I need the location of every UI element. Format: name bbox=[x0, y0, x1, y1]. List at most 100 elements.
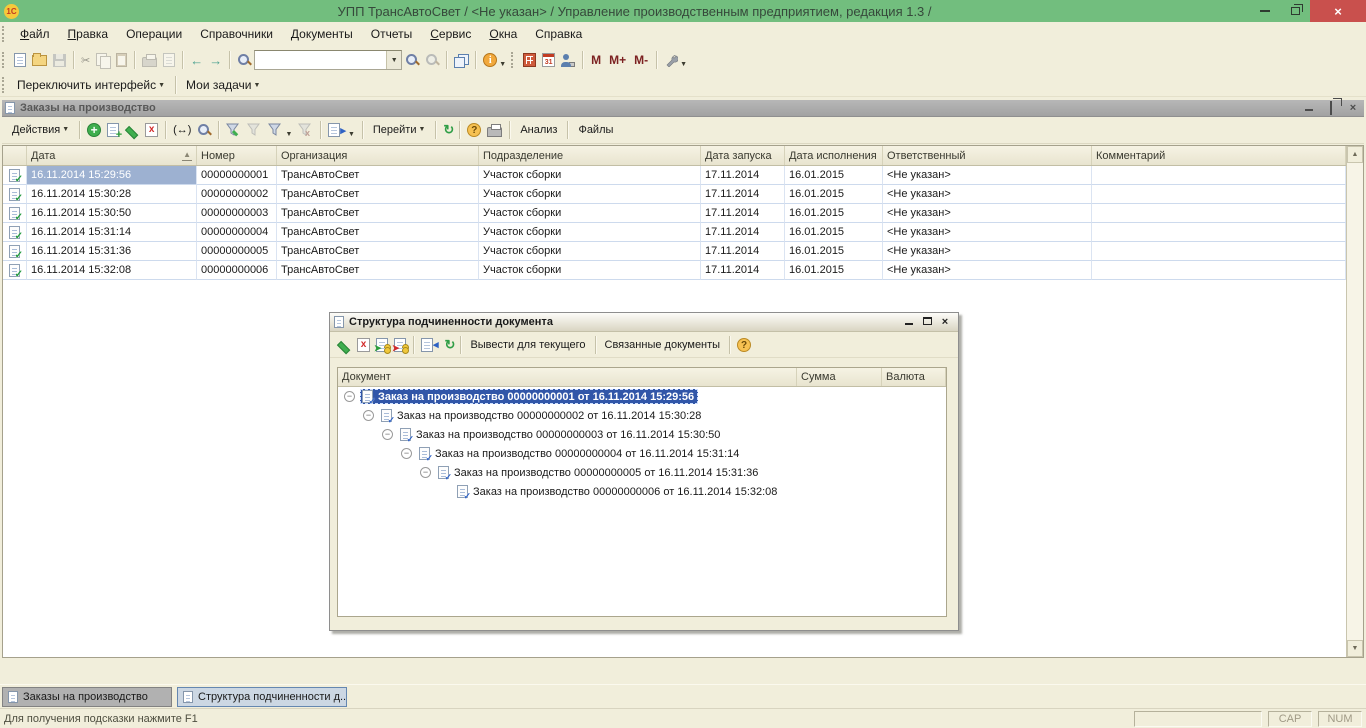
search-input[interactable] bbox=[255, 52, 386, 68]
menu-item-5[interactable]: Документы bbox=[282, 24, 362, 44]
cell-resp[interactable]: <Не указан> bbox=[883, 223, 1092, 242]
cell-launch[interactable]: 17.11.2014 bbox=[701, 204, 785, 223]
paste-button[interactable] bbox=[113, 49, 130, 71]
menu-item-7[interactable]: Сервис bbox=[421, 24, 480, 44]
cell-launch[interactable]: 17.11.2014 bbox=[701, 185, 785, 204]
tree-node-body[interactable]: ✓Заказ на производство 00000000001 от 16… bbox=[360, 389, 698, 404]
switch-interface-button[interactable]: Переключить интерфейс▼ bbox=[11, 76, 171, 94]
cell-org[interactable]: ТрансАвтоСвет bbox=[277, 242, 479, 261]
header-cell-date[interactable]: Дата▲ bbox=[27, 146, 197, 165]
actions-button[interactable]: Действия▼ bbox=[6, 122, 75, 138]
dialog-header-cell-2[interactable]: Сумма bbox=[797, 368, 882, 386]
add-copy-button[interactable] bbox=[104, 119, 122, 141]
table-row[interactable]: ✓16.11.2014 15:32:0800000000006ТрансАвто… bbox=[3, 261, 1346, 280]
search-dropdown-button[interactable]: ▼ bbox=[386, 51, 401, 69]
cell-resp[interactable]: <Не указан> bbox=[883, 204, 1092, 223]
tree-node-body[interactable]: ✓Заказ на производство 00000000006 от 16… bbox=[455, 484, 781, 499]
dialog-help-button[interactable]: ? bbox=[734, 334, 754, 356]
files-button[interactable]: Файлы bbox=[572, 122, 619, 138]
new-document-button[interactable] bbox=[11, 49, 29, 71]
dialog-header-cell-3[interactable]: Валюта bbox=[882, 368, 946, 386]
collapse-icon[interactable]: − bbox=[420, 467, 431, 478]
dialog-delete-button[interactable]: x bbox=[354, 334, 373, 356]
cell-due[interactable]: 16.01.2015 bbox=[785, 223, 883, 242]
cell-due[interactable]: 16.01.2015 bbox=[785, 242, 883, 261]
cell-comment[interactable] bbox=[1092, 261, 1346, 280]
cell-launch[interactable]: 17.11.2014 bbox=[701, 261, 785, 280]
memory-m-plus-button[interactable]: M+ bbox=[605, 49, 630, 71]
list-restore-button[interactable] bbox=[1320, 102, 1342, 114]
table-row[interactable]: ✓16.11.2014 15:29:5600000000001ТрансАвто… bbox=[3, 166, 1346, 185]
window-list-button[interactable] bbox=[451, 49, 471, 71]
temporary-lock-button[interactable] bbox=[558, 49, 578, 71]
cell-comment[interactable] bbox=[1092, 166, 1346, 185]
cell-org[interactable]: ТрансАвтоСвет bbox=[277, 204, 479, 223]
collapse-icon[interactable]: − bbox=[363, 410, 374, 421]
tree-node[interactable]: −✓Заказ на производство 00000000001 от 1… bbox=[338, 387, 946, 406]
dialog-close-button[interactable]: × bbox=[936, 316, 954, 328]
dialog-maximize-button[interactable] bbox=[918, 316, 936, 328]
tree-node-body[interactable]: ✓Заказ на производство 00000000005 от 16… bbox=[436, 465, 762, 480]
cell-dept[interactable]: Участок сборки bbox=[479, 223, 701, 242]
header-cell-dept[interactable]: Подразделение bbox=[479, 146, 701, 165]
tree-node[interactable]: −✓Заказ на производство 00000000004 от 1… bbox=[338, 444, 946, 463]
collapse-icon[interactable]: − bbox=[401, 448, 412, 459]
dialog-refresh-button[interactable]: ↻ bbox=[442, 334, 457, 356]
cell-launch[interactable]: 17.11.2014 bbox=[701, 242, 785, 261]
app-restore-button[interactable] bbox=[1280, 0, 1310, 22]
dialog-header-cell-1[interactable]: Документ bbox=[338, 368, 797, 386]
cell-comment[interactable] bbox=[1092, 223, 1346, 242]
cell-date[interactable]: 16.11.2014 15:29:56 bbox=[27, 166, 197, 185]
fit-columns-button[interactable]: (↔) bbox=[170, 119, 194, 141]
menu-item-4[interactable]: Справочники bbox=[191, 24, 282, 44]
find-previous-button[interactable] bbox=[422, 49, 442, 71]
filter-by-value-button[interactable] bbox=[244, 119, 265, 141]
memory-m-button[interactable]: M bbox=[587, 49, 605, 71]
cell-org[interactable]: ТрансАвтоСвет bbox=[277, 223, 479, 242]
table-row[interactable]: ✓16.11.2014 15:31:1400000000004ТрансАвто… bbox=[3, 223, 1346, 242]
search-button[interactable] bbox=[234, 49, 254, 71]
cut-button[interactable]: ✂ bbox=[78, 49, 93, 71]
cell-dept[interactable]: Участок сборки bbox=[479, 261, 701, 280]
copy-button[interactable] bbox=[93, 49, 113, 71]
cell-launch[interactable]: 17.11.2014 bbox=[701, 166, 785, 185]
tree-node[interactable]: −✓Заказ на производство 00000000005 от 1… bbox=[338, 463, 946, 482]
header-cell-number[interactable]: Номер bbox=[197, 146, 277, 165]
header-cell-icon[interactable] bbox=[3, 146, 27, 165]
output-list-button[interactable]: ▸▼ bbox=[325, 119, 357, 141]
filter-settings-button[interactable] bbox=[223, 119, 244, 141]
go-to-button[interactable]: Перейти▼ bbox=[367, 122, 432, 138]
tree-node[interactable]: ✓Заказ на производство 00000000006 от 16… bbox=[338, 482, 946, 501]
header-cell-org[interactable]: Организация bbox=[277, 146, 479, 165]
tree-node-body[interactable]: ✓Заказ на производство 00000000003 от 16… bbox=[398, 427, 724, 442]
print-preview-button[interactable] bbox=[160, 49, 178, 71]
list-minimize-button[interactable] bbox=[1298, 102, 1320, 114]
cell-date[interactable]: 16.11.2014 15:32:08 bbox=[27, 261, 197, 280]
cell-dept[interactable]: Участок сборки bbox=[479, 166, 701, 185]
header-cell-launch[interactable]: Дата запуска bbox=[701, 146, 785, 165]
cell-resp[interactable]: <Не указан> bbox=[883, 185, 1092, 204]
dialog-edit-button[interactable] bbox=[334, 334, 354, 356]
app-minimize-button[interactable] bbox=[1250, 0, 1280, 22]
menu-item-6[interactable]: Отчеты bbox=[362, 24, 421, 44]
dialog-minimize-button[interactable] bbox=[900, 316, 918, 328]
refresh-button[interactable]: ↻ bbox=[440, 119, 455, 141]
print-for-current-button[interactable]: Вывести для текущего bbox=[465, 337, 590, 353]
app-close-button[interactable]: × bbox=[1310, 0, 1366, 22]
settings-button[interactable]: ▼ bbox=[661, 49, 690, 71]
vertical-scrollbar[interactable]: ▲ ▼ bbox=[1346, 146, 1363, 657]
redo-button[interactable]: → bbox=[206, 49, 225, 71]
delete-button[interactable]: x bbox=[142, 119, 161, 141]
print-button[interactable] bbox=[139, 49, 160, 71]
calendar-button[interactable]: 31 bbox=[539, 49, 558, 71]
header-cell-comment[interactable]: Комментарий bbox=[1092, 146, 1346, 165]
table-row[interactable]: ✓16.11.2014 15:30:5000000000003ТрансАвто… bbox=[3, 204, 1346, 223]
output-current-button[interactable]: ◂ bbox=[418, 334, 442, 356]
memory-m-minus-button[interactable]: M- bbox=[630, 49, 652, 71]
cell-dept[interactable]: Участок сборки bbox=[479, 242, 701, 261]
add-button[interactable]: + bbox=[84, 119, 104, 141]
tree-node-body[interactable]: ✓Заказ на производство 00000000002 от 16… bbox=[379, 408, 705, 423]
cell-comment[interactable] bbox=[1092, 185, 1346, 204]
cell-date[interactable]: 16.11.2014 15:31:36 bbox=[27, 242, 197, 261]
cell-date[interactable]: 16.11.2014 15:30:28 bbox=[27, 185, 197, 204]
